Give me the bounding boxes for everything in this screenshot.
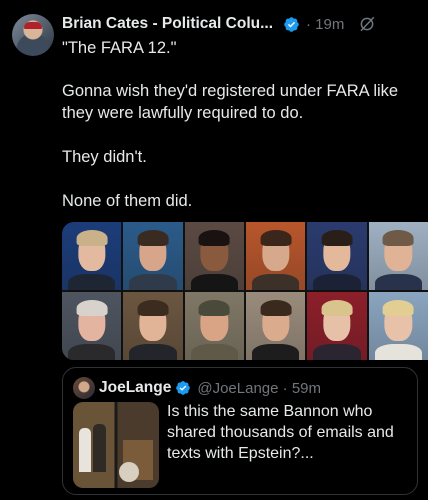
- post-text-line: "The FARA 12.": [62, 39, 177, 57]
- post-image-collage[interactable]: [62, 222, 428, 360]
- quoted-handle-time: @JoeLange · 59m: [197, 379, 321, 397]
- collage-photo: [307, 292, 367, 360]
- quoted-post-text: Is this the same Bannon who shared thous…: [167, 403, 394, 462]
- quoted-author-name: JoeLange: [99, 379, 172, 396]
- collage-photo: [123, 292, 183, 360]
- post-text: "The FARA 12." Gonna wish they'd registe…: [62, 37, 418, 234]
- author-avatar[interactable]: [12, 14, 54, 56]
- quoted-post[interactable]: JoeLange @JoeLange · 59m Is this the sam…: [62, 367, 418, 495]
- collage-photo: [184, 292, 244, 360]
- post-text-line: They didn't.: [62, 148, 147, 166]
- grok-icon[interactable]: [358, 15, 376, 33]
- collage-photo: [307, 222, 367, 290]
- collage-photo: [62, 292, 122, 360]
- quoted-author-avatar: [73, 377, 95, 399]
- collage-photo: [368, 292, 428, 360]
- post-header: Brian Cates - Political Colu... · 19m: [62, 14, 416, 34]
- verified-badge-icon: [284, 16, 299, 32]
- collage-photo: [368, 222, 428, 290]
- collage-photo: [184, 222, 244, 290]
- quoted-post-thumbnail: [73, 402, 159, 488]
- collage-photo: [245, 292, 306, 360]
- post-text-line: Gonna wish they'd registered under FARA …: [62, 82, 399, 122]
- post-time[interactable]: · 19m: [306, 16, 344, 33]
- author-name[interactable]: Brian Cates - Political Colu...: [62, 15, 273, 33]
- collage-photo: [62, 222, 122, 290]
- post-text-line: None of them did.: [62, 192, 193, 210]
- collage-photo: [245, 222, 306, 290]
- quoted-post-header: JoeLange @JoeLange · 59m: [99, 378, 321, 398]
- verified-badge-icon: [176, 381, 191, 395]
- collage-photo: [123, 222, 183, 290]
